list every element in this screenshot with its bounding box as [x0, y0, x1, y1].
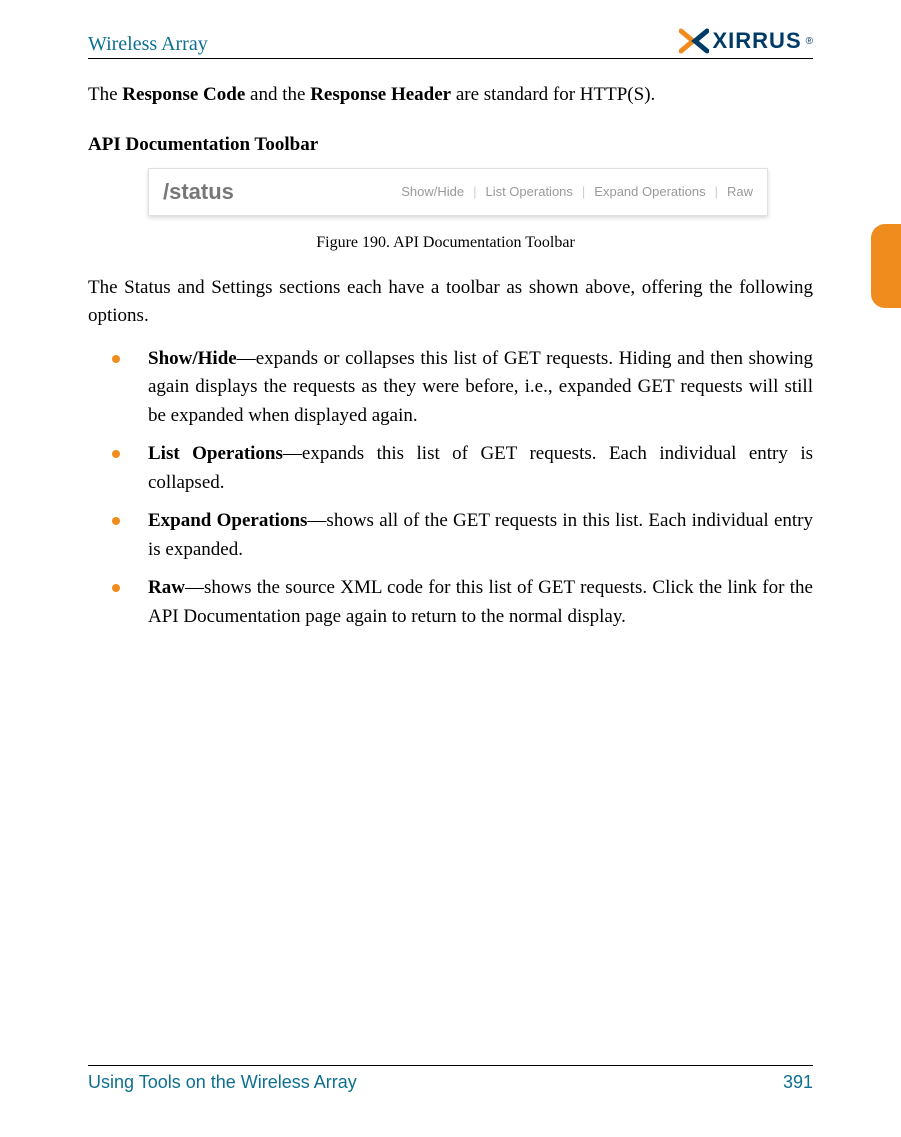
section-heading: API Documentation Toolbar [88, 134, 813, 156]
toolbar-link-showhide: Show/Hide [401, 184, 464, 199]
options-list: Show/Hide—expands or collapses this list… [88, 345, 813, 632]
bullet-term: Show/Hide [148, 348, 237, 369]
logo: XIRRUS ® [679, 28, 814, 54]
intro-bold-1: Response Code [122, 84, 245, 105]
bullet-desc: —shows the source XML code for this list… [148, 577, 813, 627]
page-header: Wireless Array XIRRUS ® [88, 28, 813, 59]
side-tab [871, 224, 901, 308]
toolbar-separator: | [473, 184, 476, 199]
toolbar-links: Show/Hide | List Operations | Expand Ope… [401, 184, 753, 199]
figure-wrapper: /status Show/Hide | List Operations | Ex… [148, 168, 813, 252]
logo-registered: ® [806, 36, 813, 47]
bullet-term: Expand Operations [148, 510, 307, 531]
intro-mid: and the [245, 84, 310, 105]
intro-bold-2: Response Header [310, 84, 451, 105]
list-item: Raw—shows the source XML code for this l… [112, 574, 813, 631]
footer-section: Using Tools on the Wireless Array [88, 1072, 357, 1093]
list-item: Expand Operations—shows all of the GET r… [112, 507, 813, 564]
toolbar-separator: | [715, 184, 718, 199]
header-title: Wireless Array [88, 33, 208, 56]
toolbar-separator: | [582, 184, 585, 199]
list-item: Show/Hide—expands or collapses this list… [112, 345, 813, 431]
bullet-desc: —expands or collapses this list of GET r… [148, 348, 813, 426]
bullet-term: Raw [148, 577, 185, 598]
page-number: 391 [783, 1072, 813, 1093]
bullet-term: List Operations [148, 443, 283, 464]
api-toolbar-screenshot: /status Show/Hide | List Operations | Ex… [148, 168, 768, 216]
toolbar-path: /status [163, 179, 234, 205]
toolbar-link-list: List Operations [485, 184, 572, 199]
toolbar-link-raw: Raw [727, 184, 753, 199]
logo-text: XIRRUS [713, 28, 802, 54]
body-paragraph: The Status and Settings sections each ha… [88, 274, 813, 331]
xirrus-logo-icon [679, 28, 709, 54]
intro-pre: The [88, 84, 122, 105]
intro-post: are standard for HTTP(S). [451, 84, 655, 105]
toolbar-link-expand: Expand Operations [594, 184, 705, 199]
intro-paragraph: The Response Code and the Response Heade… [88, 81, 813, 110]
page-footer: Using Tools on the Wireless Array 391 [88, 1065, 813, 1093]
list-item: List Operations—expands this list of GET… [112, 440, 813, 497]
figure-caption: Figure 190. API Documentation Toolbar [78, 234, 813, 252]
